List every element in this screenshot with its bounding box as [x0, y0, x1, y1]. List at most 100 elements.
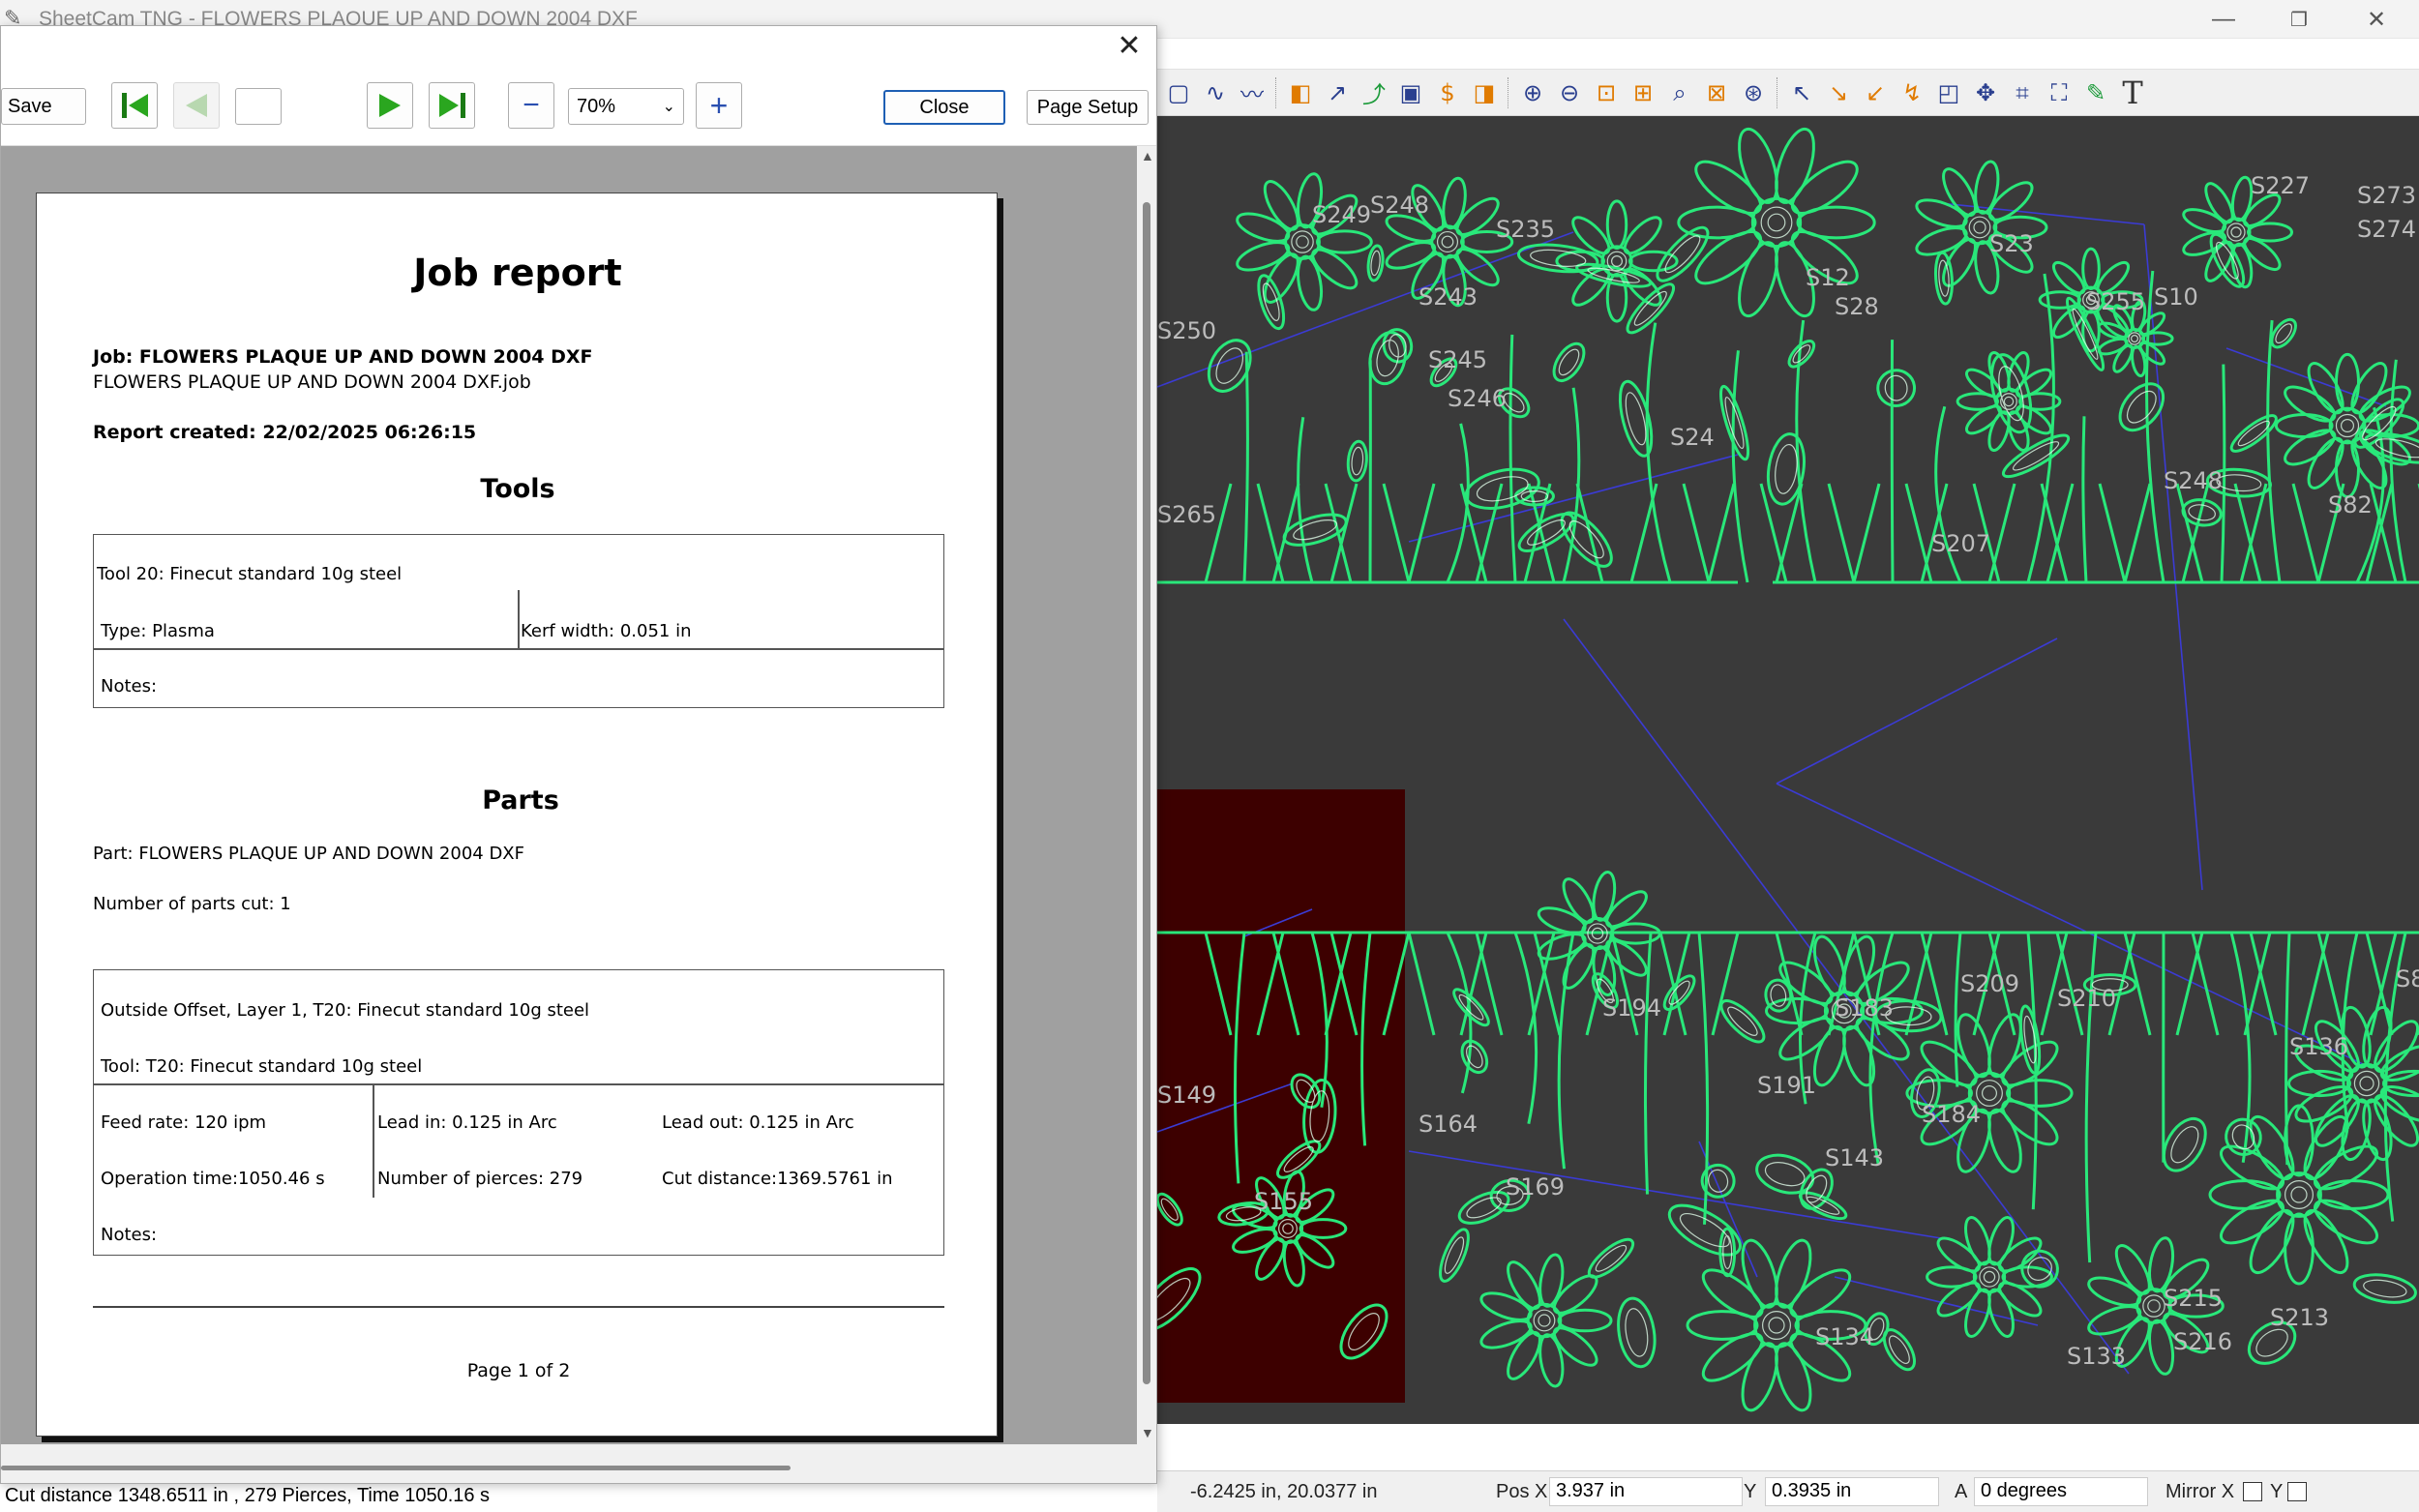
zoom-fit-icon[interactable]: ⌕ [1662, 75, 1697, 110]
report-page: Job report Job: FLOWERS PLAQUE UP AND DO… [36, 193, 998, 1437]
part-label: S149 [1157, 1082, 1216, 1109]
draw-icon[interactable]: ✎ [2078, 75, 2113, 110]
part-label: S136 [2289, 1033, 2348, 1060]
polyline-icon[interactable]: ∿ [1198, 75, 1233, 110]
flower-petal [1385, 241, 1437, 270]
leaf-shape [1439, 1228, 1470, 1283]
flower-stem [2229, 932, 2252, 1163]
dialog-status-text: Cut distance 1348.6511 in , 279 Pierces,… [5, 1485, 491, 1506]
part-label: S183 [1835, 994, 1894, 1022]
curve-icon[interactable]: 〰 [1235, 75, 1269, 110]
cursor-coordinates: -6.2425 in, 20.0377 in [1190, 1481, 1378, 1502]
zoom-prev-icon[interactable]: ⊛ [1736, 75, 1771, 110]
close-window-button[interactable]: ✕ [2340, 0, 2413, 39]
zoom-parts-icon[interactable]: ⊞ [1626, 75, 1660, 110]
rectangle-icon[interactable]: ▢ [1161, 75, 1196, 110]
zoom-window-icon[interactable]: ⊡ [1589, 75, 1624, 110]
scroll-down-icon[interactable]: ▼ [1141, 1425, 1154, 1440]
part-label: S82 [2328, 491, 2373, 519]
zoom-select[interactable]: 70% ⌄ [568, 88, 684, 125]
leaf-shape [1460, 1039, 1489, 1075]
zoom-select-icon[interactable]: ⊠ [1699, 75, 1734, 110]
zoom-in-icon[interactable]: ⊕ [1515, 75, 1550, 110]
path-icon[interactable]: ◧ [1283, 75, 1318, 110]
minimize-button[interactable]: — [2187, 0, 2260, 39]
maximize-button[interactable]: ❐ [2262, 0, 2336, 39]
lead-in: Lead in: 0.125 in Arc [377, 1112, 557, 1133]
part-label: S216 [2173, 1328, 2232, 1355]
mirror-y-checkbox[interactable] [2287, 1482, 2307, 1501]
part-label: S24 [1670, 424, 1715, 451]
dialog-title-bar: ✕ [1, 26, 1156, 65]
scroll-up-icon[interactable]: ▲ [1141, 148, 1154, 163]
tab-icon[interactable]: ▣ [1393, 75, 1428, 110]
pos-x-field[interactable]: 3.937 in [1549, 1477, 1743, 1506]
leaf-shape [1719, 999, 1766, 1044]
rapid-icon[interactable]: ⤴ [1357, 75, 1391, 110]
feed-rate: Feed rate: 120 ipm [101, 1112, 267, 1133]
select-icon[interactable]: ↖ [1784, 75, 1819, 110]
flower-petal [2087, 1276, 2142, 1307]
flower-center [2345, 1062, 2388, 1105]
leaf-shape [1346, 439, 1368, 483]
close-button[interactable]: Close [883, 90, 1005, 125]
select-lead-icon[interactable]: ↙ [1858, 75, 1893, 110]
start-point-icon[interactable]: $ [1430, 75, 1465, 110]
part-label: S155 [1254, 1188, 1313, 1215]
vertical-scroll-thumb[interactable] [1143, 202, 1150, 1384]
move-icon[interactable]: ✥ [1968, 75, 2003, 110]
preview-toolbar: Save − 70% ⌄ + Close Page Setup [1, 65, 1156, 146]
flower-center [2276, 1171, 2322, 1218]
part-label: S243 [1419, 283, 1478, 311]
lead-icon[interactable]: ↗ [1320, 75, 1355, 110]
flower-petal [1236, 241, 1291, 272]
pos-y-field[interactable]: 0.3935 in [1765, 1477, 1939, 1506]
part-label: S274 [2357, 216, 2416, 243]
text-icon[interactable]: T [2115, 74, 2150, 111]
frame-icon[interactable]: ⛶ [2042, 75, 2076, 110]
zoom-out-icon[interactable]: ⊖ [1552, 75, 1587, 110]
flower-petal [1915, 226, 1968, 256]
part-label: S227 [2251, 172, 2310, 199]
tools-heading: Tools [480, 474, 555, 504]
pos-y-label: Y [1744, 1481, 1757, 1502]
flower-stem [1508, 334, 1517, 583]
zoom-in-button[interactable]: + [696, 82, 742, 129]
flower-petal [1592, 871, 1617, 922]
next-page-button[interactable] [367, 82, 413, 129]
angle-field[interactable]: 0 degrees [1974, 1477, 2148, 1506]
part-label: S255 [2086, 288, 2145, 315]
flower-center [1753, 1302, 1800, 1349]
first-page-button[interactable] [111, 82, 158, 129]
leaf-shape [1366, 244, 1385, 282]
vertical-scrollbar[interactable]: ▲ ▼ [1137, 146, 1156, 1444]
parts-cut: Number of parts cut: 1 [93, 894, 291, 914]
horizontal-scrollbar[interactable] [1, 1458, 1137, 1477]
flower-base [2239, 483, 2320, 583]
part-label: S28 [1835, 293, 1879, 320]
page-setup-button[interactable]: Page Setup [1027, 90, 1149, 125]
leaf-shape [1882, 1328, 1916, 1372]
main-status-bar: -6.2425 in, 20.0377 in Pos X 3.937 in Y … [1157, 1470, 2419, 1512]
flower-center [2221, 217, 2252, 248]
flower-petal [2182, 208, 2226, 233]
leaf-shape [2229, 414, 2278, 453]
horizontal-scroll-thumb[interactable] [1, 1466, 791, 1470]
select-tab-icon[interactable]: ↯ [1895, 75, 1929, 110]
drawing-canvas[interactable]: S249 S248 S235 S243 S245 S246 S250 S265 S227 S273… [1157, 116, 2419, 1424]
part-label: S134 [1815, 1323, 1874, 1350]
flower-petal [2374, 1020, 2419, 1074]
page-number-input[interactable] [235, 88, 282, 125]
save-button[interactable]: Save [1, 88, 86, 125]
leaf-shape [1617, 1296, 1657, 1369]
mirror-x-checkbox[interactable] [2243, 1482, 2262, 1501]
dialog-close-icon[interactable]: ✕ [1110, 28, 1149, 63]
select-start-icon[interactable]: ↘ [1821, 75, 1856, 110]
select-part-icon[interactable]: ◰ [1931, 75, 1966, 110]
offset-icon[interactable]: ◨ [1467, 75, 1502, 110]
previous-page-button[interactable] [173, 82, 220, 129]
part-label: S143 [1825, 1144, 1884, 1171]
zoom-out-button[interactable]: − [508, 82, 554, 129]
crop-icon[interactable]: ⌗ [2005, 75, 2040, 110]
last-page-button[interactable] [429, 82, 475, 129]
